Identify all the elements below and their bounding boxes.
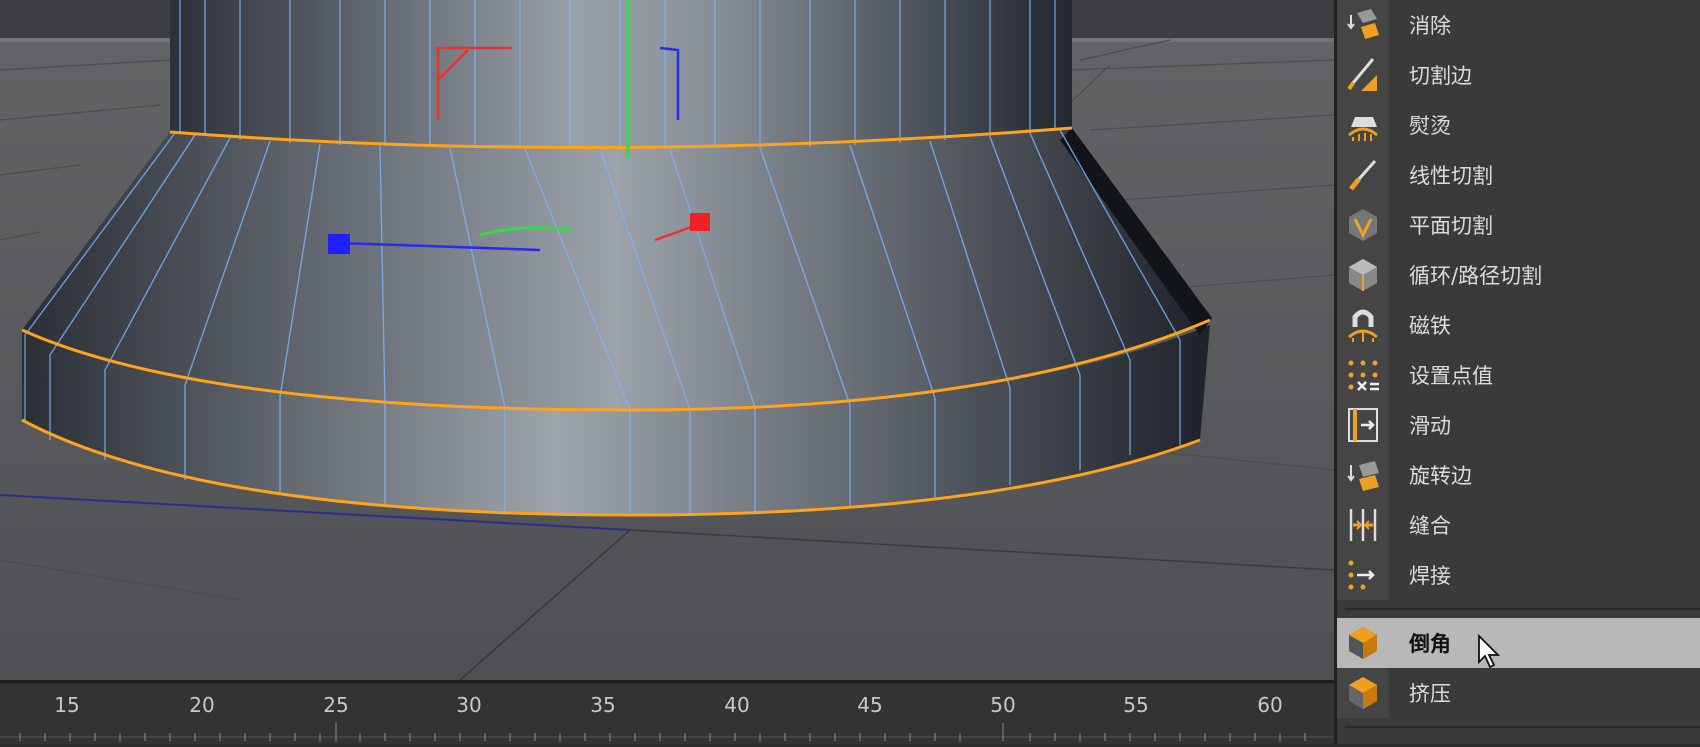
knife-edge-icon	[1337, 50, 1389, 100]
menu-item-weld[interactable]: 焊接	[1337, 550, 1700, 600]
menu-item-iron[interactable]: 熨烫	[1337, 100, 1700, 150]
menu-item-plane-cut[interactable]: 平面切割	[1337, 200, 1700, 250]
timeline-tick-label: 30	[456, 693, 482, 717]
dissolve-icon	[1337, 0, 1389, 50]
timeline-tick-label: 35	[590, 693, 616, 717]
weld-icon	[1337, 550, 1389, 600]
menu-separator	[1345, 608, 1700, 610]
menu-item-label: 倒角	[1409, 632, 1451, 656]
menu-item-line-cut[interactable]: 线性切割	[1337, 150, 1700, 200]
bevel-icon	[1337, 618, 1389, 668]
menu-item-slide[interactable]: 滑动	[1337, 400, 1700, 450]
menu-item-spin-edge[interactable]: 旋转边	[1337, 450, 1700, 500]
extrude-icon	[1337, 668, 1389, 718]
timeline-tick-label: 25	[323, 693, 349, 717]
top-cylinder	[170, 0, 1072, 148]
loop-cut-icon	[1337, 250, 1389, 300]
timeline-tick-label: 55	[1123, 693, 1149, 717]
menu-item-dissolve[interactable]: 消除	[1337, 0, 1700, 50]
line-cut-icon	[1337, 150, 1389, 200]
timeline-tick-label: 60	[1257, 693, 1283, 717]
menu-item-label: 焊接	[1409, 564, 1451, 588]
gizmo-x-handle	[690, 213, 710, 231]
3d-viewport[interactable]	[0, 0, 1334, 680]
magnet-icon	[1337, 300, 1389, 350]
timeline-tick-label: 20	[189, 693, 215, 717]
menu-separator	[1345, 726, 1700, 728]
plane-cut-icon	[1337, 200, 1389, 250]
set-point-value-icon	[1337, 350, 1389, 400]
menu-item-label: 循环/路径切割	[1409, 264, 1543, 288]
menu-item-bevel[interactable]: 倒角	[1337, 618, 1700, 668]
menu-item-knife-edge[interactable]: 切割边	[1337, 50, 1700, 100]
stitch-icon	[1337, 500, 1389, 550]
menu-item-label: 滑动	[1409, 414, 1451, 438]
timeline-tick-label: 45	[857, 693, 883, 717]
menu-item-label: 缝合	[1409, 514, 1451, 538]
slide-icon	[1337, 400, 1389, 450]
mouse-cursor-icon	[1478, 634, 1501, 669]
mesh-tools-menu: 消除 切割边 熨烫 线性切割 平面切割 循环/路径切割 磁铁 设置点值 滑动 旋…	[1334, 0, 1700, 744]
menu-item-loop-cut[interactable]: 循环/路径切割	[1337, 250, 1700, 300]
iron-icon	[1337, 100, 1389, 150]
timeline-tick-label: 15	[54, 693, 80, 717]
viewport-scene	[0, 0, 1334, 680]
spin-edge-icon	[1337, 450, 1389, 500]
menu-item-label: 旋转边	[1409, 464, 1472, 488]
menu-item-label: 熨烫	[1409, 114, 1451, 138]
menu-item-stitch[interactable]: 缝合	[1337, 500, 1700, 550]
menu-item-set-point-value[interactable]: 设置点值	[1337, 350, 1700, 400]
menu-item-extrude[interactable]: 挤压	[1337, 668, 1700, 718]
cone-section	[22, 128, 1210, 410]
menu-item-label: 设置点值	[1409, 364, 1493, 388]
menu-item-label: 磁铁	[1409, 314, 1451, 338]
timeline-tick-label: 40	[724, 693, 750, 717]
timeline-tick-label: 50	[990, 693, 1016, 717]
gizmo-z-handle	[328, 234, 350, 254]
timeline-ruler[interactable]: 15 20 25 30 35 40 45 50 55 60	[0, 680, 1334, 744]
menu-item-magnet[interactable]: 磁铁	[1337, 300, 1700, 350]
menu-item-label: 切割边	[1409, 64, 1472, 88]
menu-item-label: 消除	[1409, 14, 1451, 38]
menu-item-label: 挤压	[1409, 682, 1451, 706]
menu-item-label: 平面切割	[1409, 214, 1493, 238]
menu-item-label: 线性切割	[1409, 164, 1493, 188]
